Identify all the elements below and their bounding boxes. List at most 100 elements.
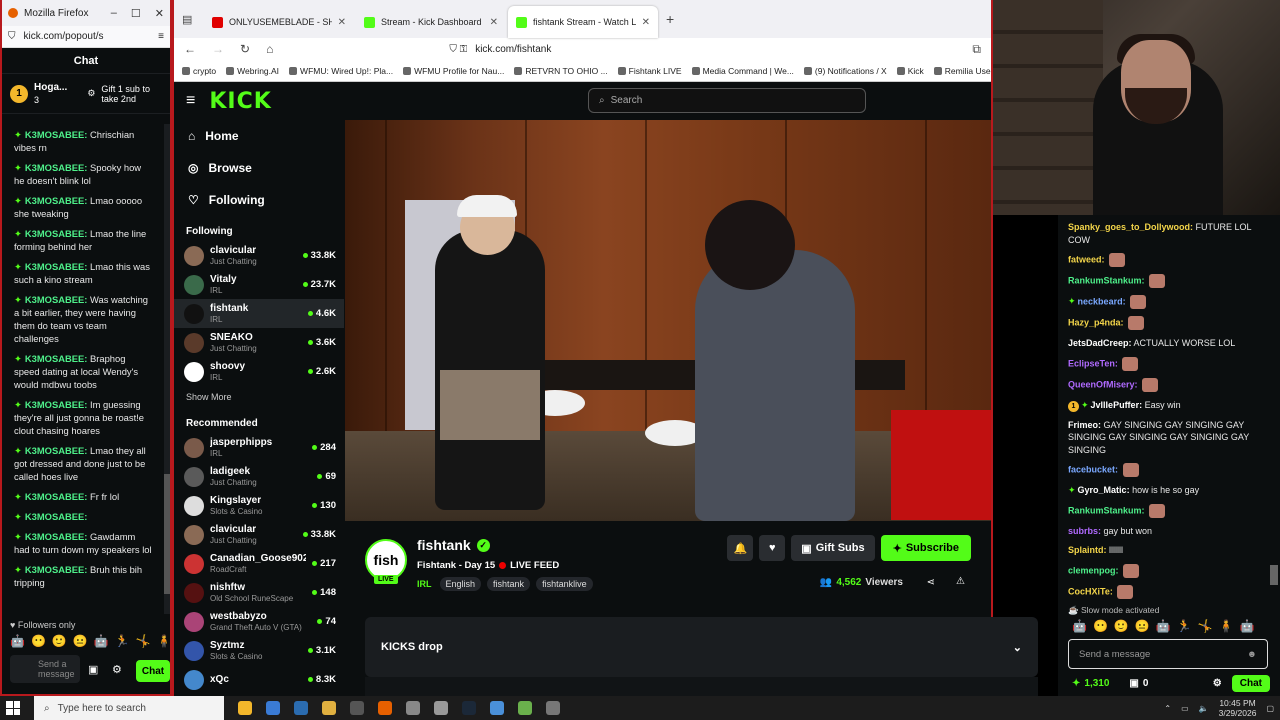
chat-username[interactable]: K3MOSABEE: bbox=[25, 195, 88, 206]
app-icon[interactable] bbox=[518, 701, 532, 715]
bookmark-item[interactable]: Webring.AI bbox=[226, 66, 279, 76]
back-icon[interactable]: ← bbox=[184, 42, 196, 56]
close-icon[interactable]: ✕ bbox=[155, 7, 164, 20]
channel-item[interactable]: clavicular Just Chatting 33.8K bbox=[174, 520, 344, 549]
bookmark-item[interactable]: Media Command | We... bbox=[691, 66, 794, 76]
nav-browse[interactable]: ◎ Browse bbox=[174, 152, 344, 184]
kicks-drop-panel[interactable]: KICKS drop ⌄ bbox=[365, 617, 1038, 677]
emoji-icon[interactable]: ☻ bbox=[1247, 649, 1257, 660]
chat-input[interactable]: Send a message ☻ bbox=[1068, 639, 1268, 669]
scrollbar-thumb[interactable] bbox=[164, 474, 170, 594]
chat-username[interactable]: K3MOSABEE: bbox=[25, 261, 88, 272]
chat-username[interactable]: K3MOSABEE: bbox=[25, 129, 88, 140]
volume-icon[interactable]: 🔈 bbox=[1199, 704, 1209, 713]
category-link[interactable]: IRL bbox=[417, 579, 432, 589]
chat-username[interactable]: EclipseTen: bbox=[1068, 358, 1118, 368]
channel-item[interactable]: jasperphipps IRL 284 bbox=[174, 433, 344, 462]
app-icon[interactable] bbox=[490, 701, 504, 715]
tab-list-icon[interactable]: ▤ bbox=[182, 13, 202, 26]
show-more-link[interactable]: Show More bbox=[174, 386, 344, 408]
close-tab-icon[interactable]: ✕ bbox=[642, 17, 650, 28]
chat-username[interactable]: QueenOfMisery: bbox=[1068, 379, 1138, 389]
gift-balance[interactable]: ▣ 0 bbox=[1129, 678, 1148, 689]
channel-item[interactable]: westbabyzo Grand Theft Auto V (GTA) 74 bbox=[174, 607, 344, 636]
bookmark-item[interactable]: Kick bbox=[896, 66, 924, 76]
bookmark-item[interactable]: Fishtank LIVE bbox=[617, 66, 682, 76]
bookmark-item[interactable]: RETVRN TO OHIO ... bbox=[514, 66, 608, 76]
chat-username[interactable]: K3MOSABEE: bbox=[25, 564, 88, 575]
reload-icon[interactable]: ↻ bbox=[240, 42, 250, 56]
chat-username[interactable]: K3MOSABEE: bbox=[25, 228, 88, 239]
popout-url-bar[interactable]: ⛉ kick.com/popout/s ≡ bbox=[2, 26, 170, 48]
tag-chip[interactable]: fishtank bbox=[487, 577, 531, 591]
nav-following[interactable]: ♡ Following bbox=[174, 184, 344, 216]
chat-username[interactable]: clemenpog: bbox=[1068, 565, 1119, 575]
gift-subs-button[interactable]: ▣ Gift Subs bbox=[791, 535, 875, 561]
close-tab-icon[interactable]: ✕ bbox=[338, 17, 346, 28]
channel-item[interactable]: Kingslayer Slots & Casino 130 bbox=[174, 491, 344, 520]
channel-item[interactable]: Syztmz Slots & Casino 3.1K bbox=[174, 636, 344, 665]
maximize-icon[interactable]: ☐ bbox=[131, 7, 141, 20]
chat-username[interactable]: K3MOSABEE: bbox=[25, 511, 88, 522]
app-icon[interactable] bbox=[434, 701, 448, 715]
channel-item[interactable]: ladigeek Just Chatting 69 bbox=[174, 462, 344, 491]
tray-chevron-icon[interactable]: ⌃ bbox=[1164, 704, 1171, 713]
gift-icon[interactable]: ▣ bbox=[88, 663, 98, 676]
chat-scrollbar[interactable] bbox=[164, 124, 170, 614]
bookmark-item[interactable]: crypto bbox=[182, 66, 216, 76]
chat-username[interactable]: Gyro_Matic: bbox=[1078, 485, 1130, 495]
folder-icon[interactable] bbox=[322, 701, 336, 715]
hamburger-menu-icon[interactable]: ≡ bbox=[186, 92, 195, 110]
address-bar[interactable]: ⛉ ⚿ kick.com/fishtank bbox=[289, 40, 956, 58]
chat-send-button[interactable]: Chat bbox=[1231, 675, 1270, 692]
report-icon[interactable]: ⚠ bbox=[956, 576, 965, 587]
chat-username[interactable]: K3MOSABEE: bbox=[25, 491, 88, 502]
emote-bar[interactable]: 🤖 😶 🙂 😐 🤖 🏃 🤸 🧍 bbox=[10, 634, 172, 648]
chat-username[interactable]: Frimeo: bbox=[1068, 420, 1101, 430]
app-icon[interactable] bbox=[294, 701, 308, 715]
channel-item[interactable]: Canadian_Goose902 RoadCraft 217 bbox=[174, 549, 344, 578]
menu-icon[interactable]: ≡ bbox=[158, 31, 164, 42]
browser-tab[interactable]: fishtank Stream - Watch Liv ✕ bbox=[508, 6, 658, 38]
chat-username[interactable]: K3MOSABEE: bbox=[25, 445, 88, 456]
channel-item[interactable]: SNEAKO Just Chatting 3.6K bbox=[174, 328, 344, 357]
app-icon[interactable] bbox=[406, 701, 420, 715]
clock[interactable]: 10:45 PM 3/29/2026 bbox=[1219, 698, 1257, 718]
chat-input[interactable]: Send a message bbox=[10, 655, 80, 683]
tag-chip[interactable]: English bbox=[439, 577, 482, 591]
steam-icon[interactable] bbox=[462, 701, 476, 715]
nav-home[interactable]: ⌂ Home bbox=[174, 120, 344, 152]
chat-username[interactable]: neckbeard: bbox=[1078, 296, 1126, 306]
tag-chip[interactable]: fishtanklive bbox=[536, 577, 593, 591]
streamer-name[interactable]: fishtank bbox=[417, 537, 471, 553]
kick-logo[interactable]: KICK bbox=[209, 89, 271, 114]
chat-username[interactable]: K3MOSABEE: bbox=[25, 399, 88, 410]
chat-username[interactable]: CocHXiTe: bbox=[1068, 586, 1113, 596]
picture-in-picture-icon[interactable]: ⧉ bbox=[972, 42, 981, 57]
notification-bell-button[interactable]: 🔔 bbox=[727, 535, 754, 561]
subscribe-button[interactable]: ✦ Subscribe bbox=[880, 535, 971, 561]
gear-icon[interactable]: ⚙ bbox=[1213, 678, 1222, 689]
taskbar-search-input[interactable]: ⌕ Type here to search bbox=[34, 696, 224, 720]
browser-tab[interactable]: Stream - Kick Dashboard ✕ bbox=[356, 6, 506, 38]
follow-heart-button[interactable]: ♥ bbox=[759, 535, 786, 561]
channel-item[interactable]: shoovy IRL 2.6K bbox=[174, 357, 344, 386]
chat-username[interactable]: facebucket: bbox=[1068, 464, 1118, 474]
browser-tab[interactable]: ONLYUSEMEBLADE - SHORT CA ✕ bbox=[204, 6, 354, 38]
close-tab-icon[interactable]: ✕ bbox=[490, 17, 498, 28]
chat-username[interactable]: Spanky_goes_to_Dollywood: bbox=[1068, 222, 1193, 232]
forward-icon[interactable]: → bbox=[212, 42, 224, 56]
minimize-icon[interactable]: – bbox=[111, 7, 117, 20]
network-icon[interactable]: ▭ bbox=[1181, 704, 1189, 713]
channel-item[interactable]: clavicular Just Chatting 33.8K bbox=[174, 241, 344, 270]
chat-username[interactable]: K3MOSABEE: bbox=[25, 162, 88, 173]
app-icon[interactable] bbox=[238, 701, 252, 715]
app-icon[interactable] bbox=[350, 701, 364, 715]
chat-username[interactable]: Splaintd: bbox=[1068, 545, 1107, 555]
chevron-down-icon[interactable]: ⌄ bbox=[1013, 641, 1022, 654]
chat-send-button[interactable]: Chat bbox=[136, 660, 170, 682]
chat-username[interactable]: Hazy_p4nda: bbox=[1068, 317, 1124, 327]
video-player[interactable] bbox=[345, 120, 991, 521]
gear-icon[interactable]: ⚙ bbox=[112, 663, 122, 676]
emote-bar[interactable]: 🤖 😶 🙂 😐 🤖 🏃 🤸 🧍 🤖 bbox=[1072, 619, 1255, 633]
